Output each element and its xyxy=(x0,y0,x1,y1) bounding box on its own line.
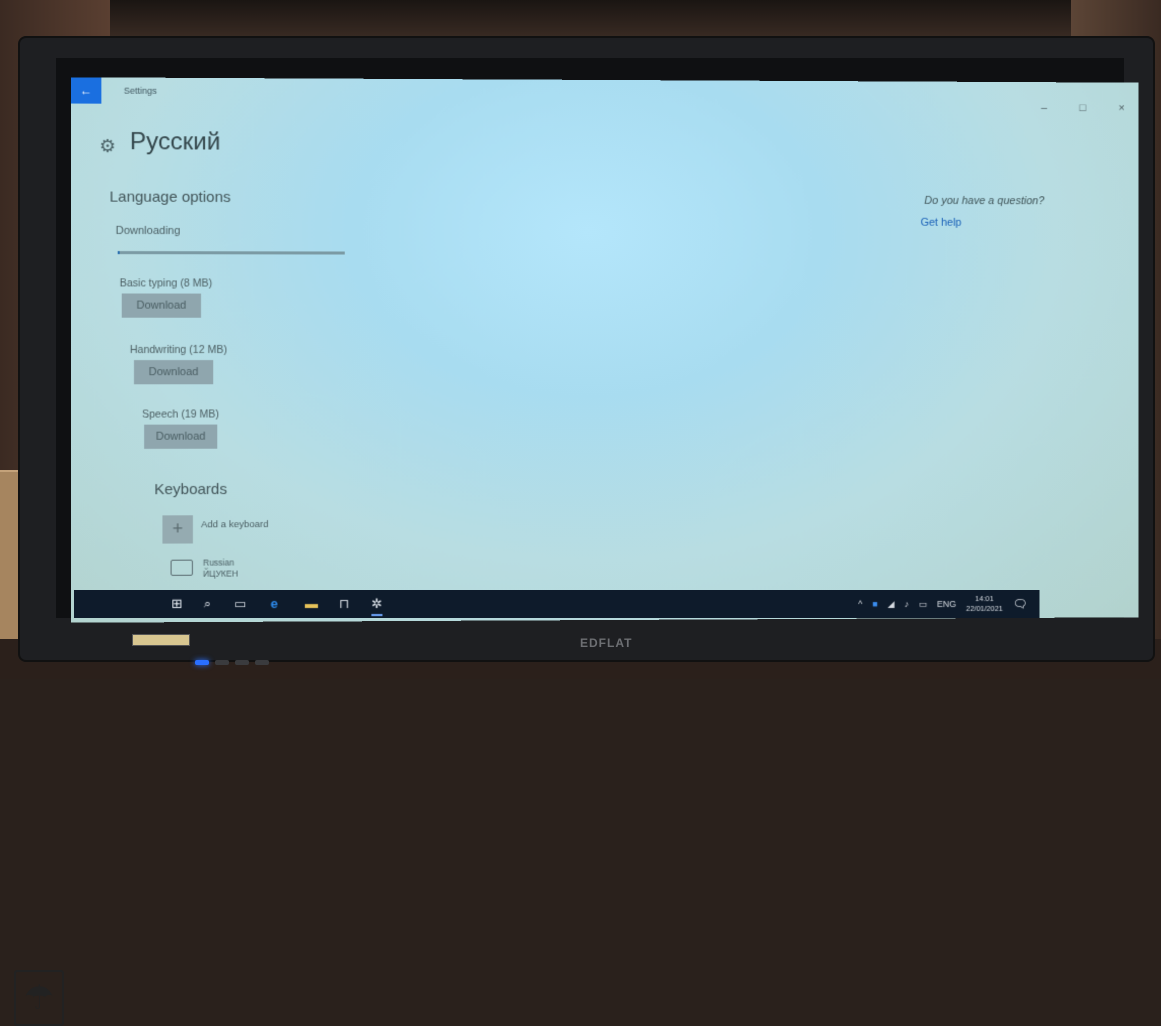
keyboard-tray-icon[interactable]: ▭ xyxy=(919,599,927,610)
room-shelf xyxy=(0,0,1161,40)
monitor-brand: EDFLAT xyxy=(580,636,633,650)
download-progress-bar xyxy=(117,251,345,255)
maximize-button[interactable]: □ xyxy=(1080,102,1087,114)
store-icon[interactable]: ⊓ xyxy=(339,596,349,612)
action-center-icon[interactable]: 🗨 xyxy=(1013,597,1028,611)
search-icon[interactable]: ⌕ xyxy=(204,596,211,612)
language-options-heading: Language options xyxy=(109,188,231,206)
task-view-icon[interactable]: ▭ xyxy=(234,596,246,612)
clock[interactable]: 14:01 22/01/2021 xyxy=(966,594,1003,614)
file-explorer-icon[interactable]: ▬ xyxy=(305,596,318,611)
minimize-button[interactable]: – xyxy=(1041,102,1047,114)
input-language-indicator[interactable]: ENG xyxy=(937,599,956,609)
monitor-sticker xyxy=(132,634,190,646)
umbrella-icon: ☂ xyxy=(14,970,64,1026)
keyboard-language: Russian xyxy=(203,557,235,568)
keyboard-icon xyxy=(170,559,193,576)
handwriting-download-button[interactable]: Download xyxy=(133,360,214,385)
handwriting-label: Handwriting (12 MB) xyxy=(129,343,228,357)
volume-icon[interactable]: ♪ xyxy=(904,599,908,609)
system-tray: ^ ■ ◢ ♪ ▭ ENG 14:01 22/01/2021 🗨 xyxy=(858,594,1028,614)
speech-label: Speech (19 MB) xyxy=(142,408,220,421)
power-led xyxy=(195,660,209,665)
keyboards-heading: Keyboards xyxy=(154,480,228,499)
clock-time: 14:01 xyxy=(975,594,994,604)
screen: ← Settings – □ × ⚙ Русский Language opti… xyxy=(70,77,1139,623)
page-title: Русский xyxy=(129,128,221,156)
download-progress-fill xyxy=(117,251,120,255)
taskbar: ⊞ ⌕ ▭ e ▬ ⊓ ✲ ^ ■ ◢ ♪ ▭ ENG 14:01 22/01/… xyxy=(73,589,1040,619)
keyboard-layout: ЙЦУКЕН xyxy=(203,568,239,579)
add-keyboard-label[interactable]: Add a keyboard xyxy=(201,519,268,530)
window-title: Settings xyxy=(123,85,157,96)
add-keyboard-button[interactable]: + xyxy=(162,515,193,544)
get-help-link[interactable]: Get help xyxy=(920,217,961,229)
close-button[interactable]: × xyxy=(1119,102,1125,114)
settings-icon[interactable]: ✲ xyxy=(371,595,383,617)
monitor-buttons xyxy=(195,652,305,665)
window-controls: – □ × xyxy=(1011,102,1125,114)
basic-typing-label: Basic typing (8 MB) xyxy=(119,277,213,290)
download-status: Downloading xyxy=(115,224,181,238)
help-question: Do you have a question? xyxy=(924,194,1045,208)
clock-date: 22/01/2021 xyxy=(965,604,1003,613)
gear-icon: ⚙ xyxy=(99,135,116,157)
title-bar: ← Settings – □ × xyxy=(70,77,1139,114)
keyboard-item-russian[interactable]: Russian ЙЦУКЕН xyxy=(203,557,238,579)
speech-download-button[interactable]: Download xyxy=(144,424,218,449)
basic-typing-download-button[interactable]: Download xyxy=(121,293,202,318)
back-button[interactable]: ← xyxy=(70,77,102,104)
edge-icon[interactable]: e xyxy=(271,596,278,611)
network-icon[interactable]: ◢ xyxy=(888,599,895,610)
app-tray-icon[interactable]: ■ xyxy=(872,599,877,609)
windows-start-icon[interactable]: ⊞ xyxy=(171,596,182,612)
show-hidden-icons-chevron[interactable]: ^ xyxy=(858,599,862,609)
